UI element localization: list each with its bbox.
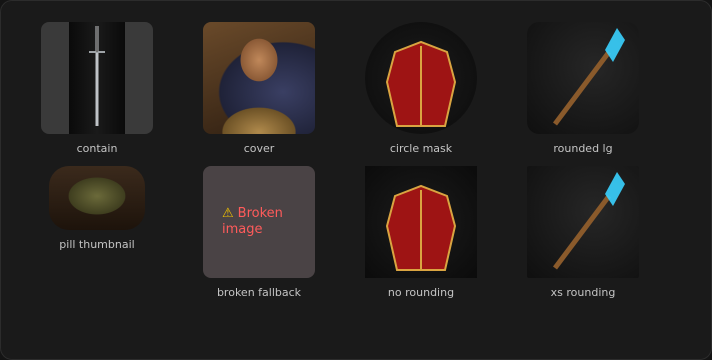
caption-pill-thumbnail: pill thumbnail (59, 238, 135, 251)
armor-image-square (365, 166, 477, 278)
xs-rounding-example: xs rounding (527, 166, 639, 299)
circle-mask-example: circle mask (365, 22, 477, 155)
cover-example: cover (203, 22, 315, 155)
caption-no-rounding: no rounding (387, 286, 455, 299)
broken-fallback-example: ⚠ Broken image broken fallback (203, 166, 315, 299)
knight-image (203, 22, 315, 134)
broken-image-placeholder: ⚠ Broken image (203, 166, 315, 278)
staff-image (527, 22, 639, 134)
warning-icon: ⚠ (222, 206, 234, 221)
caption-xs-rounding: xs rounding (550, 286, 616, 299)
rounded-lg-example: rounded lg (527, 22, 639, 155)
image-gallery-panel: contain cover circle mask rounded lg pil… (0, 0, 712, 360)
no-rounding-example: no rounding (365, 166, 477, 299)
caption-cover: cover (243, 142, 275, 155)
caption-broken-fallback: broken fallback (216, 286, 302, 299)
armor-image (365, 22, 477, 134)
sword-icon (89, 26, 105, 126)
creature-image (49, 166, 145, 230)
armor-icon (385, 40, 457, 127)
staff-icon (553, 172, 625, 270)
caption-circle-mask: circle mask (389, 142, 453, 155)
sword-image (41, 22, 153, 134)
caption-rounded-lg: rounded lg (553, 142, 613, 155)
staff-image-xs (527, 166, 639, 278)
contain-example: contain (41, 22, 153, 155)
armor-icon (385, 184, 457, 271)
pill-thumbnail-example: pill thumbnail (49, 166, 145, 251)
caption-contain: contain (76, 142, 118, 155)
staff-icon (553, 28, 625, 126)
